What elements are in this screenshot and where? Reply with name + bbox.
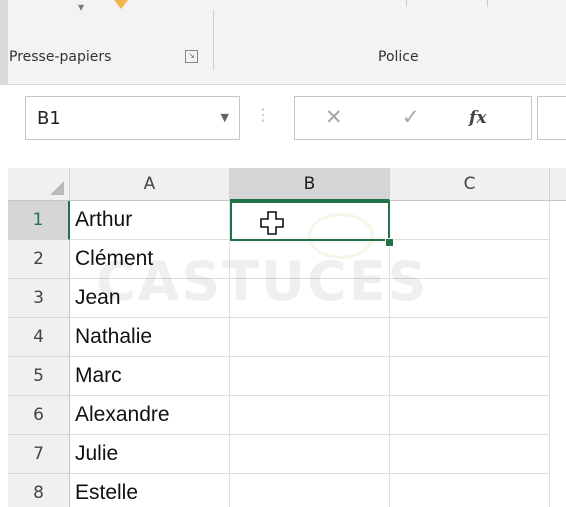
cell-c3[interactable] — [390, 279, 550, 318]
ribbon-tick — [487, 0, 488, 7]
cancel-icon[interactable]: ✕ — [325, 105, 343, 129]
window-left-border — [0, 0, 8, 84]
row-header-2[interactable]: 2 — [8, 240, 70, 279]
cell-a5[interactable]: Marc — [70, 357, 230, 396]
clipboard-group-label: Presse-papiers — [9, 49, 112, 65]
format-painter-icon[interactable] — [112, 0, 130, 16]
enter-icon[interactable]: ✓ — [402, 105, 420, 129]
group-separator — [213, 10, 214, 70]
cell-b4[interactable] — [230, 318, 390, 357]
active-cell-border — [230, 201, 390, 241]
ribbon: ▾ Presse-papiers ↘ Police — [0, 0, 566, 85]
cell-c6[interactable] — [390, 396, 550, 435]
cell-c8[interactable] — [390, 474, 550, 507]
cell-c7[interactable] — [390, 435, 550, 474]
cell-a3[interactable]: Jean — [70, 279, 230, 318]
cell-a7[interactable]: Julie — [70, 435, 230, 474]
column-header-a[interactable]: A — [70, 168, 230, 201]
formula-buttons: ✕ ✓ fx — [294, 96, 532, 140]
more-options-icon[interactable]: ⋮ — [255, 105, 271, 124]
column-header-next[interactable] — [550, 168, 566, 201]
select-all-icon[interactable] — [50, 181, 64, 195]
select-all-corner[interactable] — [8, 168, 70, 201]
cell-a2[interactable]: Clément — [70, 240, 230, 279]
cross-cursor-icon — [260, 211, 284, 235]
cell-c1[interactable] — [390, 201, 550, 240]
fill-handle[interactable] — [385, 238, 394, 247]
cell-c2[interactable] — [390, 240, 550, 279]
column-header-b[interactable]: B — [230, 168, 390, 201]
cell-c4[interactable] — [390, 318, 550, 357]
cell-b6[interactable] — [230, 396, 390, 435]
cell-b5[interactable] — [230, 357, 390, 396]
formula-input[interactable] — [537, 96, 566, 140]
cell-a1[interactable]: Arthur — [70, 201, 230, 240]
grid-top-gap — [8, 158, 566, 168]
name-box-value: B1 — [37, 108, 61, 129]
column-header-c[interactable]: C — [390, 168, 550, 201]
row-header-1[interactable]: 1 — [8, 201, 70, 240]
cell-b7[interactable] — [230, 435, 390, 474]
cell-a6[interactable]: Alexandre — [70, 396, 230, 435]
chevron-down-icon[interactable]: ▼ — [221, 111, 229, 124]
cell-a4[interactable]: Nathalie — [70, 318, 230, 357]
row-header-5[interactable]: 5 — [8, 357, 70, 396]
name-box[interactable]: B1 ▼ — [25, 96, 240, 140]
cell-b8[interactable] — [230, 474, 390, 507]
formula-bar: B1 ▼ ⋮ ✕ ✓ fx — [8, 85, 566, 159]
ribbon-tick — [406, 0, 407, 7]
insert-function-icon[interactable]: fx — [469, 108, 486, 128]
font-group-label: Police — [378, 49, 419, 65]
row-header-4[interactable]: 4 — [8, 318, 70, 357]
spreadsheet-grid: A B C 1 Arthur 2 Clément 3 Jean 4 Nathal… — [8, 158, 566, 507]
row-header-7[interactable]: 7 — [8, 435, 70, 474]
excel-window: ▾ Presse-papiers ↘ Police B1 ▼ ⋮ ✕ ✓ fx … — [0, 0, 566, 507]
row-header-8[interactable]: 8 — [8, 474, 70, 507]
cell-b3[interactable] — [230, 279, 390, 318]
row-header-6[interactable]: 6 — [8, 396, 70, 435]
cell-c5[interactable] — [390, 357, 550, 396]
row-header-3[interactable]: 3 — [8, 279, 70, 318]
cell-a8[interactable]: Estelle — [70, 474, 230, 507]
dialog-launcher-icon[interactable]: ↘ — [185, 50, 198, 63]
paste-dropdown-icon[interactable]: ▾ — [78, 0, 84, 14]
